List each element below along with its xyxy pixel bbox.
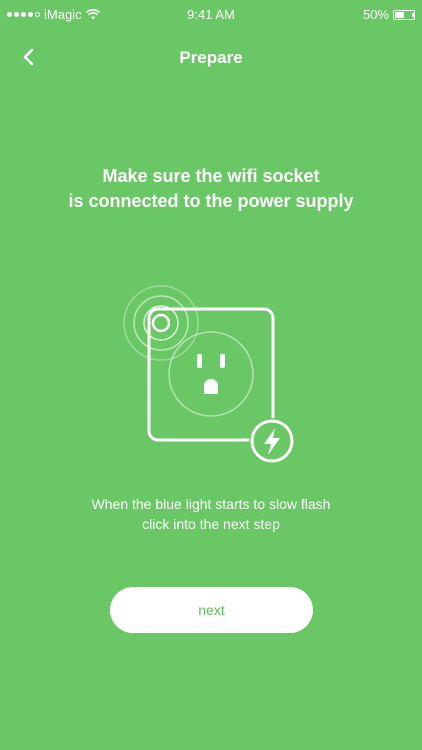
instruction-heading: Make sure the wifi socket is connected t… [20, 164, 402, 214]
hint-line-1: When the blue light starts to slow flash [91, 496, 331, 512]
hint-line-2: click into the next step [142, 516, 280, 532]
lightning-bolt-icon [249, 418, 295, 464]
socket-illustration [118, 278, 308, 468]
page-title: Prepare [179, 48, 243, 67]
next-button[interactable]: next [110, 587, 313, 633]
status-time: 9:41 AM [187, 7, 235, 22]
battery-percent: 50% [362, 7, 389, 22]
battery-icon [393, 9, 415, 20]
status-bar: iMagic 9:41 AM 50% [0, 0, 422, 28]
instruction-hint: When the blue light starts to slow flash… [20, 494, 402, 534]
nav-bar: Prepare [0, 28, 422, 88]
status-right: 50% [362, 7, 415, 22]
heading-line-1: Make sure the wifi socket [102, 166, 320, 186]
indicator-light-icon [123, 285, 199, 361]
battery-level-fill [395, 11, 404, 18]
heading-line-2: is connected to the power supply [68, 191, 354, 211]
